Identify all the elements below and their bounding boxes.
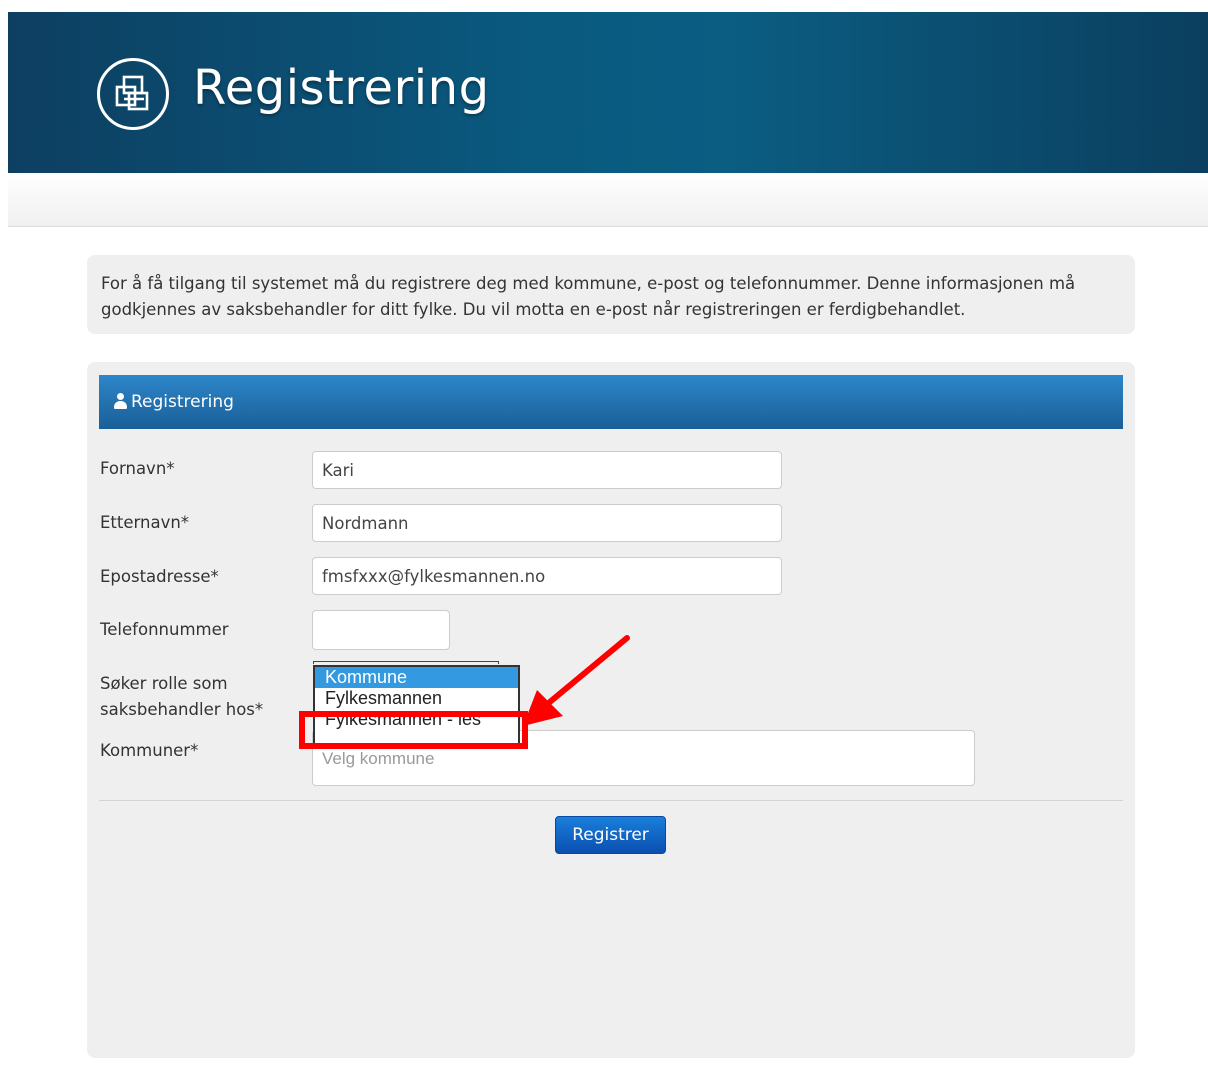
panel-header: Registrering	[99, 375, 1123, 429]
overlapping-squares-icon	[97, 58, 169, 130]
first-name-label: Fornavn*	[100, 459, 175, 478]
role-label-line-1: Søker rolle som	[100, 674, 228, 693]
email-label: Epostadresse*	[100, 567, 219, 586]
info-line-1: For å få tilgang til systemet må du regi…	[101, 274, 1076, 293]
page-title: Registrering	[193, 60, 490, 116]
annotation-highlight-box	[299, 711, 528, 749]
email-field[interactable]: fmsfxxx@fylkesmannen.no	[312, 557, 782, 595]
annotation-arrow-icon	[523, 635, 630, 726]
municipalities-label: Kommuner*	[100, 741, 199, 760]
municipality-placeholder: Velg kommune	[322, 749, 435, 768]
panel-title: Registrering	[131, 392, 234, 412]
first-name-field[interactable]: Kari	[312, 451, 782, 489]
email-value: fmsfxxx@fylkesmannen.no	[322, 566, 546, 586]
last-name-field[interactable]: Nordmann	[312, 504, 782, 542]
info-line-2: godkjennes av saksbehandler for ditt fyl…	[101, 300, 966, 319]
role-select-top-edge	[313, 661, 499, 664]
last-name-value: Nordmann	[322, 513, 409, 533]
register-button[interactable]: Registrer	[555, 816, 666, 854]
role-option-fylkesmannen[interactable]: Fylkesmannen	[315, 688, 518, 709]
form-divider	[99, 800, 1123, 801]
role-option-kommune[interactable]: Kommune	[315, 667, 518, 688]
header-banner	[8, 12, 1208, 173]
first-name-value: Kari	[322, 460, 355, 480]
phone-label: Telefonnummer	[100, 620, 229, 639]
last-name-label: Etternavn*	[100, 513, 190, 532]
sub-navigation-bar	[8, 173, 1208, 227]
role-label-line-2: saksbehandler hos*	[100, 700, 264, 719]
phone-field[interactable]	[312, 610, 450, 650]
user-icon	[113, 393, 128, 409]
info-message: For å få tilgang til systemet må du regi…	[87, 255, 1135, 334]
